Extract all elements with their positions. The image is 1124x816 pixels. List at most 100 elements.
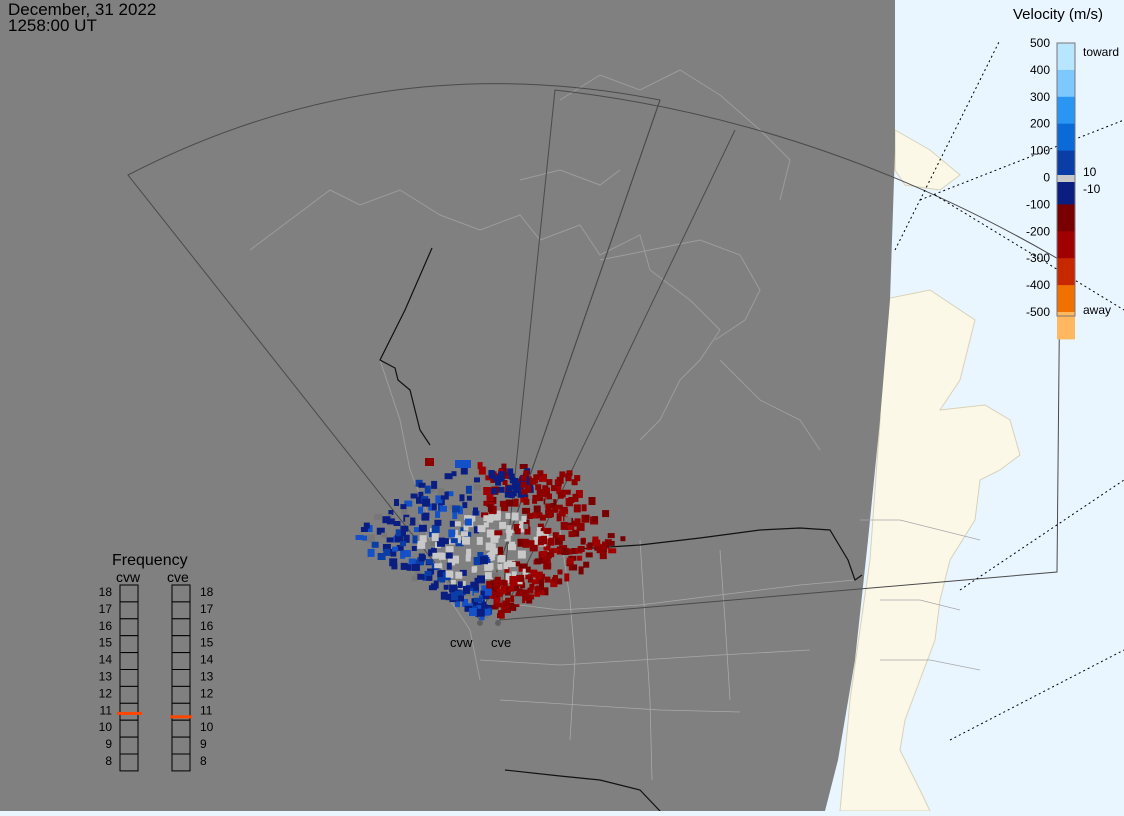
scatter-cell: [446, 562, 452, 570]
scatter-cell: [484, 572, 493, 580]
cve-freq-cell: [171, 753, 191, 772]
scatter-cell: [514, 528, 521, 535]
colorbar-cell: [1057, 69, 1075, 98]
scatter-cell: [491, 488, 497, 495]
scatter-cell: [521, 589, 530, 597]
scatter-cell: [513, 498, 519, 507]
freq-tick-label-cvw: 8: [105, 754, 112, 768]
scatter-cell: [464, 518, 472, 526]
scatter-cell: [437, 541, 445, 547]
scatter-cell: [494, 530, 503, 536]
freq-tick-label-cvw: 15: [99, 636, 113, 650]
freq-tick-label-cvw: 18: [99, 585, 113, 599]
scatter-cell: [509, 576, 518, 584]
colorbar-ticks: 500 400 300 200 100 0 -100 -200 -300 -400 -500: [1026, 36, 1050, 319]
frequency-title: Frequency: [112, 552, 188, 569]
scatter-cell: [479, 556, 487, 563]
scatter-cell: [438, 552, 446, 560]
scatter-cell: [497, 555, 506, 563]
scatter-cell: [530, 569, 538, 578]
freq-tick-label-cvw: 14: [99, 653, 113, 667]
cvw-freq-cell: [119, 736, 139, 755]
scatter-cell: [547, 537, 555, 546]
scatter-cell: [418, 482, 426, 488]
scatter-cell: [455, 460, 471, 468]
cvw-freq-cell: [119, 753, 139, 772]
cvw-freq-label: cvw: [116, 569, 141, 585]
scatter-cell: [561, 506, 568, 513]
scatter-cell: [483, 487, 492, 495]
scatter-cell: [544, 491, 550, 498]
scatter-cell: [505, 512, 511, 519]
scatter-cell: [556, 513, 562, 522]
scatter-cell: [564, 516, 572, 523]
cvw-freq-cell: [119, 685, 139, 704]
cvw-freq-cell: [119, 618, 139, 637]
scatter-cell: [568, 531, 575, 538]
scatter-cell: [435, 510, 441, 518]
scatter-cell: [433, 580, 439, 589]
colorbar-cells: [1057, 43, 1075, 340]
scatter-cell: [408, 558, 416, 565]
cve-site-marker: [495, 620, 501, 626]
colorbar-cell: [1057, 258, 1075, 286]
scatter-cell: [454, 521, 461, 527]
timestamp: December, 31 2022 1258:00 UT: [8, 1, 156, 34]
scatter-cell: [527, 513, 534, 519]
scatter-cell: [449, 520, 455, 527]
cve-freq-cell: [171, 669, 191, 687]
scatter-cell: [412, 535, 418, 544]
scatter-cell: [483, 515, 492, 522]
scatter-cell: [546, 479, 553, 486]
scatter-cell: [421, 512, 430, 521]
scatter-cell: [486, 494, 494, 502]
scatter-cell: [439, 577, 446, 583]
scatter-cell: [501, 463, 507, 470]
freq-tick-label-cve: 9: [200, 737, 207, 751]
freq-tick-label-cvw: 13: [99, 670, 113, 684]
scatter-cell: [574, 518, 581, 525]
freq-tick-label-cvw: 10: [99, 720, 113, 734]
colorbar-toward-label: toward: [1083, 45, 1119, 59]
colorbar-cell: [1057, 285, 1075, 313]
scatter-cell: [507, 562, 516, 567]
scatter-cell: [437, 488, 445, 496]
radar-map: cvw cve Frequency cvw cve 18 17 16 15 14 13 12…: [0, 0, 1124, 812]
scatter-cell: [533, 505, 541, 513]
scatter-cell: [557, 569, 563, 575]
scatter-cell: [367, 548, 375, 557]
scatter-cell: [355, 535, 364, 540]
scatter-cell: [405, 517, 411, 525]
scatter-cell: [508, 492, 515, 499]
scatter-cell: [400, 504, 407, 510]
scatter-cell: [502, 580, 508, 586]
freq-tick-label-cve: 12: [200, 686, 214, 700]
scatter-cell: [418, 506, 423, 514]
scatter-cell: [465, 485, 472, 494]
scatter-cell: [529, 583, 535, 590]
scatter-cell: [517, 538, 524, 547]
scatter-cell: [499, 521, 507, 529]
scatter-cell: [411, 563, 420, 571]
cve-freq-cell: [171, 618, 191, 637]
scatter-cell: [431, 533, 439, 542]
scatter-cell: [531, 579, 540, 585]
freq-tick-label-cve: 17: [200, 602, 214, 616]
scatter-cell: [473, 592, 479, 598]
scatter-cell: [489, 554, 495, 559]
scatter-cell: [608, 548, 617, 554]
scatter-cell: [602, 510, 610, 518]
cve-freq-cell: [171, 652, 191, 670]
scatter-cell: [381, 532, 388, 538]
scatter-cell: [434, 519, 442, 526]
map-stage: cvw cve Frequency cvw cve 18 17 16 15 14 13 12…: [0, 0, 1124, 812]
scatter-cell: [498, 471, 505, 478]
scatter-cell: [564, 573, 570, 582]
scatter-cell: [544, 576, 551, 583]
scatter-cell: [508, 473, 515, 480]
scatter-cell: [585, 552, 593, 558]
scatter-cell: [459, 494, 465, 502]
scatter-cell: [559, 534, 566, 541]
scatter-cell: [394, 499, 399, 506]
scatter-cell: [424, 571, 432, 576]
